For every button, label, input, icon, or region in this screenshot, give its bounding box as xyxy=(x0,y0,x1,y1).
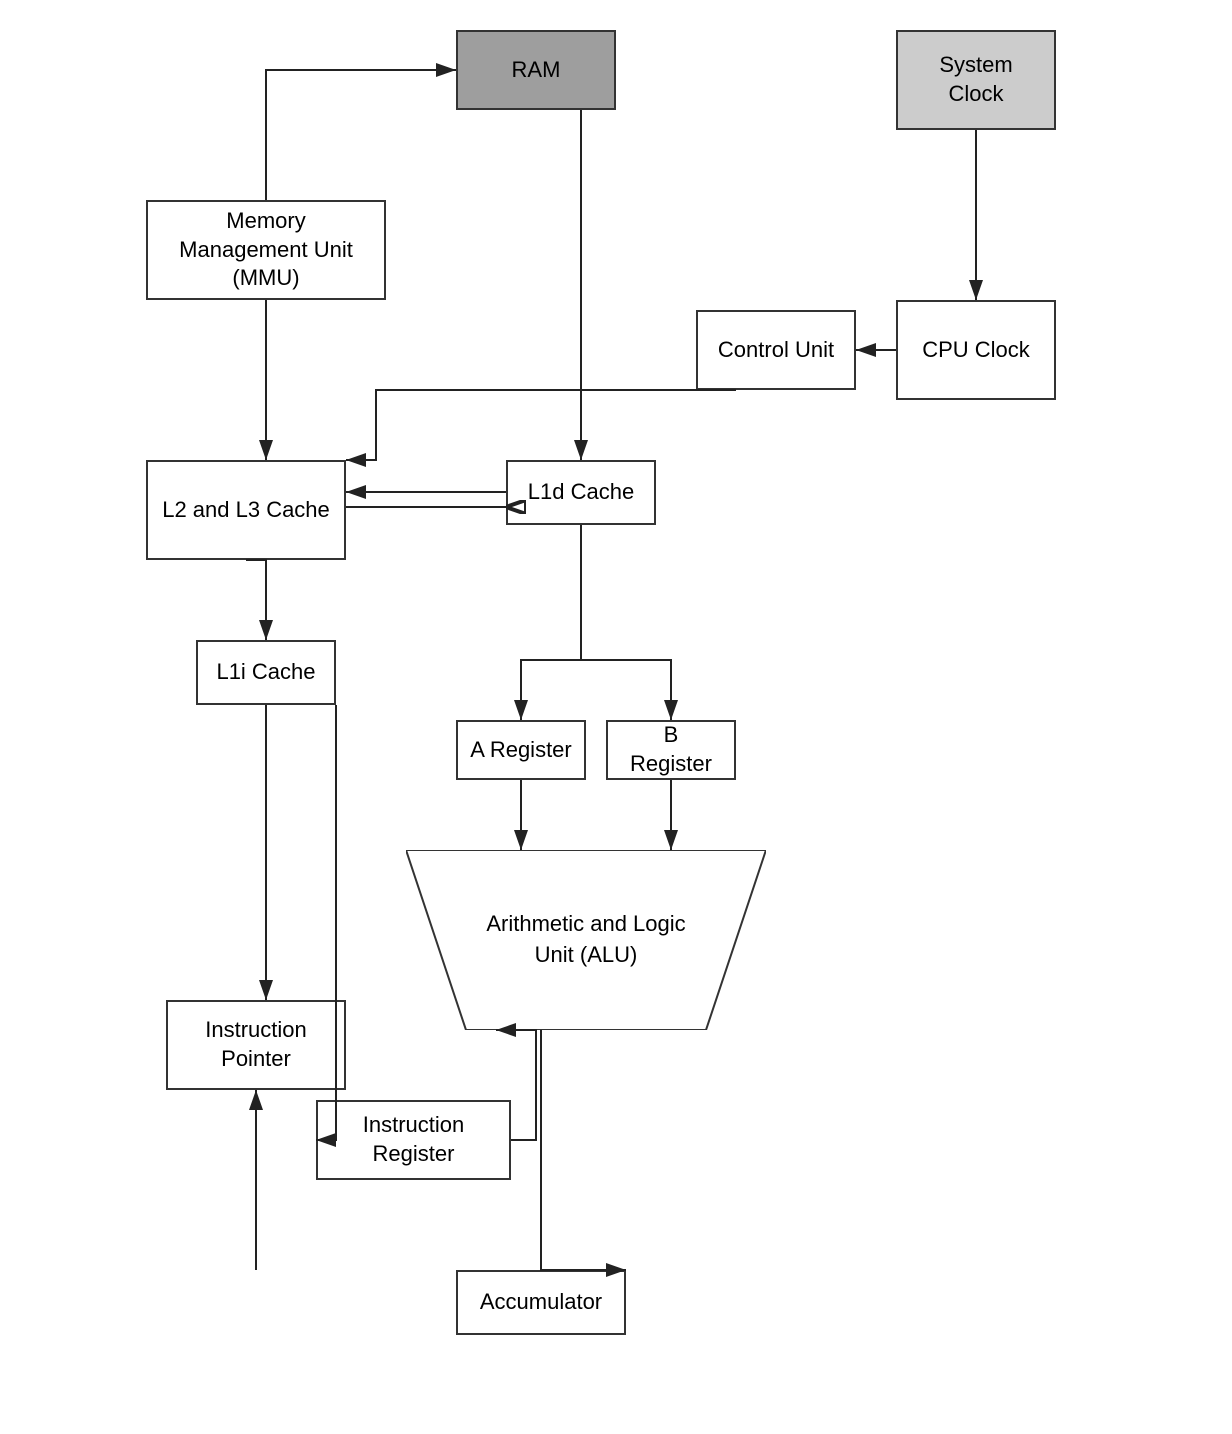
cpu-clock-label: CPU Clock xyxy=(922,336,1030,365)
cpu-clock-box: CPU Clock xyxy=(896,300,1056,400)
l2l3-cache-box: L2 and L3 Cache xyxy=(146,460,346,560)
instruction-pointer-label: Instruction Pointer xyxy=(180,1016,332,1073)
system-clock-label: System Clock xyxy=(910,51,1042,108)
l1d-cache-box: L1d Cache xyxy=(506,460,656,525)
mmu-box: Memory Management Unit (MMU) xyxy=(146,200,386,300)
l1d-cache-label: L1d Cache xyxy=(528,478,634,507)
l1i-cache-label: L1i Cache xyxy=(216,658,315,687)
l1i-cache-box: L1i Cache xyxy=(196,640,336,705)
accumulator-label: Accumulator xyxy=(480,1288,602,1317)
instruction-pointer-box: Instruction Pointer xyxy=(166,1000,346,1090)
cpu-diagram: RAM System Clock Memory Management Unit … xyxy=(116,0,1116,1400)
l2l3-cache-label: L2 and L3 Cache xyxy=(162,496,330,525)
alu-label: Arithmetic and Logic Unit (ALU) xyxy=(466,909,706,971)
a-register-box: A Register xyxy=(456,720,586,780)
ram-box: RAM xyxy=(456,30,616,110)
ram-label: RAM xyxy=(512,56,561,85)
a-register-label: A Register xyxy=(470,736,572,765)
accumulator-box: Accumulator xyxy=(456,1270,626,1335)
b-register-box: B Register xyxy=(606,720,736,780)
instruction-register-label: Instruction Register xyxy=(330,1111,497,1168)
control-unit-box: Control Unit xyxy=(696,310,856,390)
instruction-register-box: Instruction Register xyxy=(316,1100,511,1180)
mmu-label: Memory Management Unit (MMU) xyxy=(160,207,372,293)
control-unit-label: Control Unit xyxy=(718,336,834,365)
alu-box: Arithmetic and Logic Unit (ALU) xyxy=(406,850,766,1030)
system-clock-box: System Clock xyxy=(896,30,1056,130)
b-register-label: B Register xyxy=(620,721,722,778)
